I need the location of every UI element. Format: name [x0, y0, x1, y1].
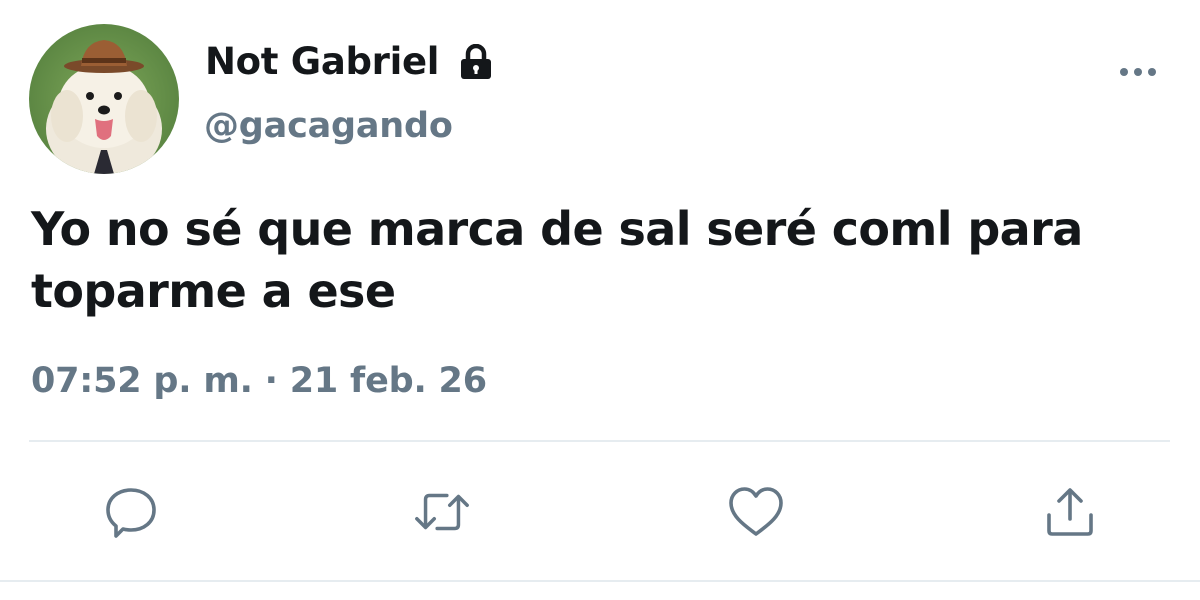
reply-icon	[106, 488, 156, 538]
divider	[29, 440, 1170, 442]
display-name[interactable]: Not Gabriel	[205, 40, 439, 83]
retweet-icon	[415, 493, 469, 531]
avatar-image	[29, 24, 179, 174]
more-horizontal-icon	[1120, 68, 1156, 76]
retweet-button[interactable]	[412, 482, 472, 542]
reply-button[interactable]	[101, 482, 161, 542]
user-handle[interactable]: @gacagando	[204, 106, 453, 146]
tweet-timestamp[interactable]: 07:52 p. m. · 21 feb. 26	[31, 361, 487, 401]
share-icon	[1047, 488, 1093, 536]
heart-icon	[729, 487, 783, 536]
tweet-text: Yo no sé que marca de sal seré coml para…	[31, 202, 1083, 318]
avatar[interactable]	[29, 24, 179, 174]
share-button[interactable]	[1040, 482, 1100, 542]
more-options-button[interactable]	[1112, 56, 1164, 88]
tweet-card: Not Gabriel @gacagando Yo no sé que marc…	[0, 0, 1200, 600]
like-button[interactable]	[726, 482, 786, 542]
bottom-divider	[0, 580, 1200, 582]
lock-icon	[459, 43, 493, 80]
display-name-row[interactable]: Not Gabriel	[205, 40, 493, 83]
